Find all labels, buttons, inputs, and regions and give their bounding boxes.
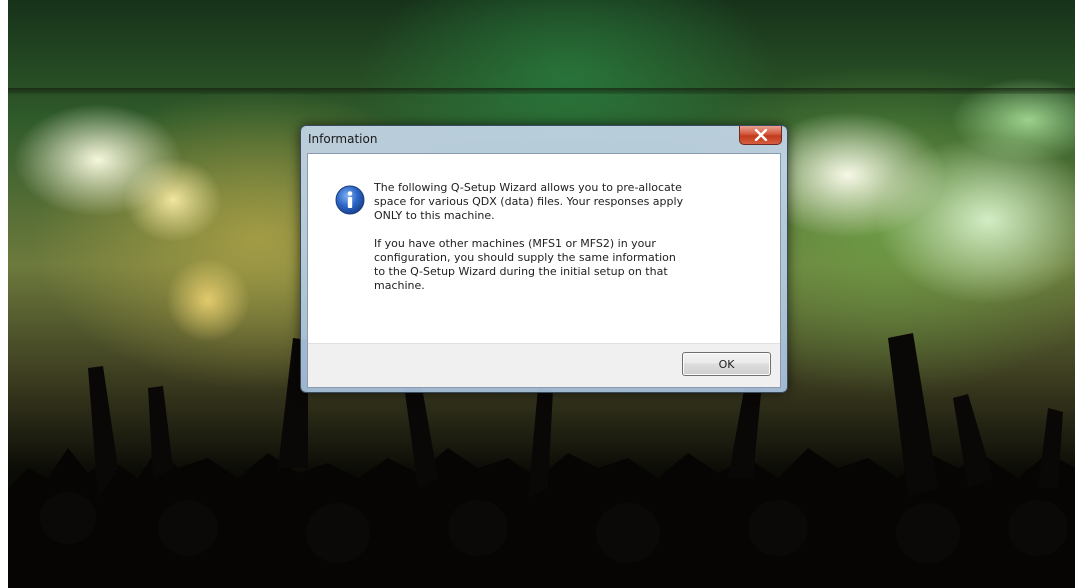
- dialog-title: Information: [308, 132, 378, 146]
- ok-button[interactable]: OK: [682, 352, 771, 376]
- dialog-client-area: The following Q-Setup Wizard allows you …: [307, 153, 781, 388]
- close-button[interactable]: [739, 126, 782, 145]
- dialog-button-bar: OK: [308, 343, 780, 387]
- close-icon: [740, 126, 781, 144]
- message-paragraph-1: The following Q-Setup Wizard allows you …: [374, 181, 684, 222]
- information-icon: [335, 185, 365, 215]
- dialog-titlebar[interactable]: Information: [301, 126, 787, 152]
- dialog-message: The following Q-Setup Wizard allows you …: [374, 181, 724, 307]
- stage-truss: [8, 88, 1075, 94]
- information-dialog: Information The following Q-Setup Wizard…: [300, 125, 788, 393]
- message-paragraph-2: If you have other machines (MFS1 or MFS2…: [374, 237, 676, 292]
- dialog-content: The following Q-Setup Wizard allows you …: [308, 154, 780, 343]
